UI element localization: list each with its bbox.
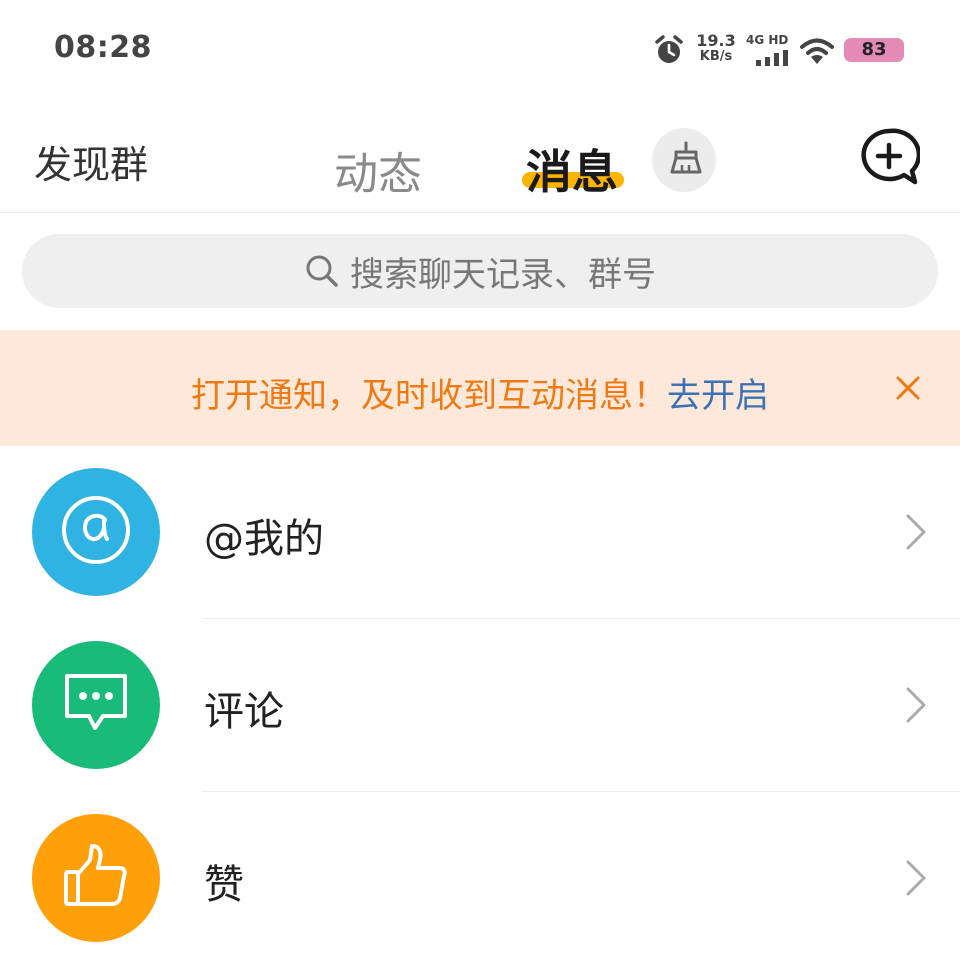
chevron-right-icon (904, 858, 928, 902)
signal-icon (756, 50, 790, 70)
battery-indicator: 83 (844, 38, 904, 62)
comments-avatar (32, 641, 160, 769)
tab-dynamic[interactable]: 动态 (334, 138, 422, 202)
network-speed-unit: KB/s (699, 49, 733, 64)
chevron-right-icon (904, 512, 928, 556)
status-bar: 08:28 19.3 KB/s 4G HD 83 (0, 0, 960, 100)
clear-unread-button[interactable] (652, 128, 716, 192)
at-icon (60, 494, 132, 570)
search-icon (304, 253, 340, 289)
list-item-comments[interactable]: 评论 (0, 619, 960, 791)
status-time: 08:28 (54, 30, 152, 65)
notification-banner: 打开通知，及时收到互动消息！去开启 (0, 330, 960, 446)
top-nav: 发现群 动态 消息 (0, 100, 960, 213)
broom-icon (665, 139, 703, 181)
comments-label: 评论 (204, 689, 284, 735)
comment-icon (61, 670, 131, 740)
discover-group-button[interactable]: 发现群 (34, 134, 148, 189)
notification-message: 打开通知，及时收到互动消息！ (191, 376, 667, 416)
list-item-likes[interactable]: 赞 (0, 792, 960, 964)
thumbs-up-icon (60, 840, 132, 916)
network-speed-value: 19.3 (696, 31, 736, 50)
wifi-icon (800, 36, 834, 70)
search-placeholder: 搜索聊天记录、群号 (350, 254, 656, 295)
tab-messages[interactable]: 消息 (526, 136, 618, 202)
chevron-right-icon (904, 685, 928, 729)
likes-label: 赞 (204, 862, 244, 908)
add-chat-icon (858, 128, 922, 192)
likes-avatar (32, 814, 160, 942)
mentions-label: @我的 (204, 516, 324, 562)
mentions-avatar (32, 468, 160, 596)
close-banner-button[interactable] (890, 370, 926, 406)
network-speed: 19.3 KB/s (696, 33, 736, 65)
search-input[interactable]: 搜索聊天记录、群号 (22, 234, 938, 308)
add-chat-button[interactable] (858, 126, 922, 188)
close-icon (890, 376, 926, 410)
alarm-icon (654, 34, 684, 70)
network-type: 4G HD (746, 33, 789, 47)
enable-notifications-link[interactable]: 去开启 (667, 376, 769, 416)
notification-text: 打开通知，及时收到互动消息！去开启 (0, 368, 960, 417)
list-item-mentions[interactable]: @我的 (0, 446, 960, 618)
